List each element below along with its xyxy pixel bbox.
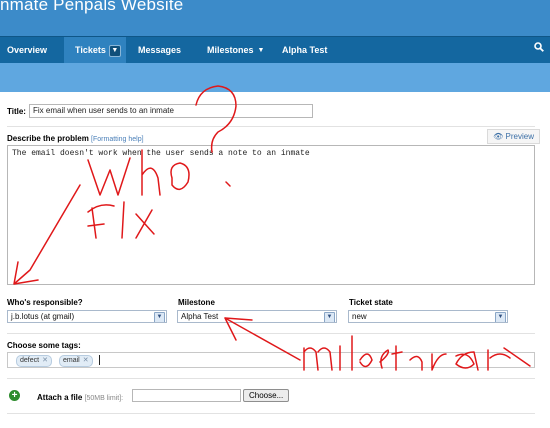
title-label: Title: [7, 107, 26, 116]
chevron-down-icon[interactable]: ▼ [324, 312, 335, 322]
nav-alpha-test[interactable]: Alpha Test [282, 37, 327, 64]
responsible-select[interactable]: j.b.lotus (at gmail) ▼ [7, 310, 167, 323]
divider [7, 126, 535, 127]
nav-overview-label: Overview [7, 45, 48, 55]
divider [7, 413, 535, 414]
formatting-help-text[interactable]: [Formatting help] [91, 136, 144, 143]
add-attachment-icon[interactable]: + [9, 390, 20, 401]
milestone-value: Alpha Test [181, 312, 219, 321]
attach-label-text: Attach a file [37, 393, 83, 402]
divider [7, 333, 535, 334]
ticket-state-select[interactable]: new ▼ [348, 310, 508, 323]
ticket-state-label: Ticket state [349, 298, 393, 307]
attach-limit: [50MB limit]: [84, 395, 124, 402]
site-title: nmate Penpals Website [0, 0, 184, 14]
nav-milestones-label: Milestones [207, 45, 254, 55]
nav-tickets[interactable]: Tickets ▼ [64, 37, 126, 64]
main-nav: Overview Tickets ▼ Messages Milestones ▼ A… [0, 36, 550, 64]
preview-label: Preview [505, 132, 534, 141]
milestone-label: Milestone [178, 298, 215, 307]
tag-label: defect [20, 357, 40, 364]
divider [7, 378, 535, 379]
tag-email[interactable]: email ✕ [59, 355, 93, 367]
nav-messages-label: Messages [138, 45, 182, 55]
close-icon[interactable]: ✕ [83, 357, 89, 364]
describe-label-text: Describe the problem [7, 134, 89, 143]
responsible-label: Who's responsible? [7, 298, 83, 307]
responsible-value: j.b.lotus (at gmail) [11, 312, 75, 321]
nav-milestones[interactable]: Milestones ▼ [207, 37, 264, 64]
nav-alpha-test-label: Alpha Test [282, 45, 328, 55]
nav-overview[interactable]: Overview [7, 37, 47, 64]
tags-label: Choose some tags: [7, 341, 81, 350]
text-cursor [99, 355, 100, 365]
title-input[interactable]: Fix email when user sends to an inmate [29, 104, 313, 118]
chevron-down-icon[interactable]: ▼ [108, 44, 121, 57]
milestone-select[interactable]: Alpha Test ▼ [177, 310, 337, 323]
tags-input[interactable]: defect ✕ email ✕ [7, 352, 535, 368]
nav-tickets-label: Tickets [75, 45, 106, 55]
chevron-down-icon[interactable]: ▼ [154, 312, 165, 322]
description-textarea[interactable]: The email doesn't work when the user sen… [7, 145, 535, 285]
preview-button[interactable]: 👁 Preview [487, 129, 540, 144]
file-path-input[interactable] [132, 389, 241, 402]
chevron-down-icon[interactable]: ▼ [258, 37, 265, 64]
sub-header-band [0, 63, 550, 92]
tag-defect[interactable]: defect ✕ [16, 355, 52, 367]
describe-label: Describe the problem [Formatting help] [7, 134, 144, 143]
tag-label: email [63, 357, 80, 364]
eye-icon: 👁 [493, 132, 504, 141]
formatting-help-link[interactable]: [Formatting help] [91, 136, 144, 143]
chevron-down-icon[interactable]: ▼ [495, 312, 506, 322]
ticket-state-value: new [352, 312, 367, 321]
nav-messages[interactable]: Messages [138, 37, 181, 64]
choose-file-button[interactable]: Choose... [243, 389, 290, 402]
search-icon[interactable] [534, 41, 544, 55]
attach-label: Attach a file [50MB limit]: [37, 393, 123, 402]
close-icon[interactable]: ✕ [42, 357, 48, 364]
